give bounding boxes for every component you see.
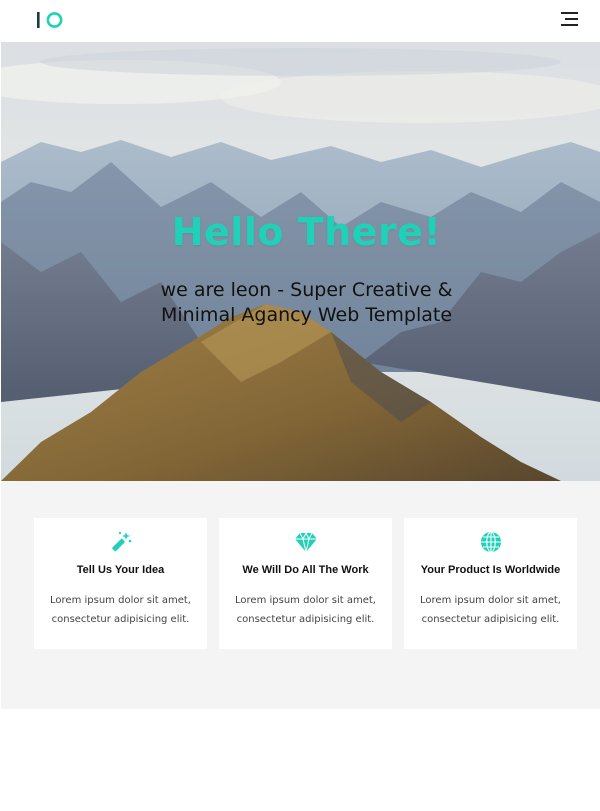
hero-subtitle: we are leon - Super Creative & Minimal A… [1, 278, 600, 328]
top-navbar [0, 0, 600, 42]
mountain-landscape-image [1, 42, 600, 481]
features-section: Tell Us Your Idea Lorem ipsum dolor sit … [1, 481, 600, 709]
hero-subtitle-line-1: we are leon - Super Creative & [160, 279, 453, 301]
hero-title: Hello There! [171, 210, 442, 254]
feature-title: We Will Do All The Work [242, 564, 369, 576]
feature-card-worldwide: Your Product Is Worldwide Lorem ipsum do… [404, 518, 577, 649]
feature-text: Lorem ipsum dolor sit amet, consectetur … [50, 595, 191, 625]
feature-text: Lorem ipsum dolor sit amet, consectetur … [235, 595, 376, 625]
magic-wand-icon [111, 531, 131, 552]
hero-section: Hello There! we are leon - Super Creativ… [1, 42, 600, 481]
feature-card-idea: Tell Us Your Idea Lorem ipsum dolor sit … [34, 518, 207, 649]
feature-title: Tell Us Your Idea [76, 564, 165, 576]
io-logo-icon[interactable] [36, 10, 66, 30]
diamond-icon [294, 531, 317, 553]
page: Hello There! we are leon - Super Creativ… [0, 0, 600, 811]
globe-icon [480, 531, 501, 553]
hero-subtitle-line-2: Minimal Agancy Web Template [160, 304, 453, 326]
feature-text: Lorem ipsum dolor sit amet, consectetur … [420, 595, 561, 625]
feature-title: Your Product Is Worldwide [420, 564, 561, 576]
hamburger-menu-icon[interactable] [558, 10, 580, 28]
feature-card-work: We Will Do All The Work Lorem ipsum dolo… [219, 518, 392, 649]
